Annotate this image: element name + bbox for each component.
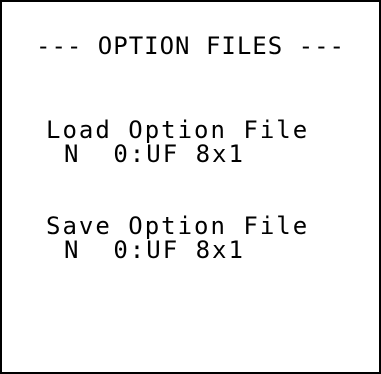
option-files-screen: --- OPTION FILES --- Load Option File N …	[0, 0, 381, 374]
load-option-file-item[interactable]: Load Option File	[46, 118, 309, 142]
load-option-file-value[interactable]: N 0:UF 8x1	[64, 142, 245, 166]
save-option-file-item[interactable]: Save Option File	[46, 214, 309, 238]
screen-title: --- OPTION FILES ---	[36, 32, 345, 60]
save-option-file-value[interactable]: N 0:UF 8x1	[64, 238, 245, 262]
